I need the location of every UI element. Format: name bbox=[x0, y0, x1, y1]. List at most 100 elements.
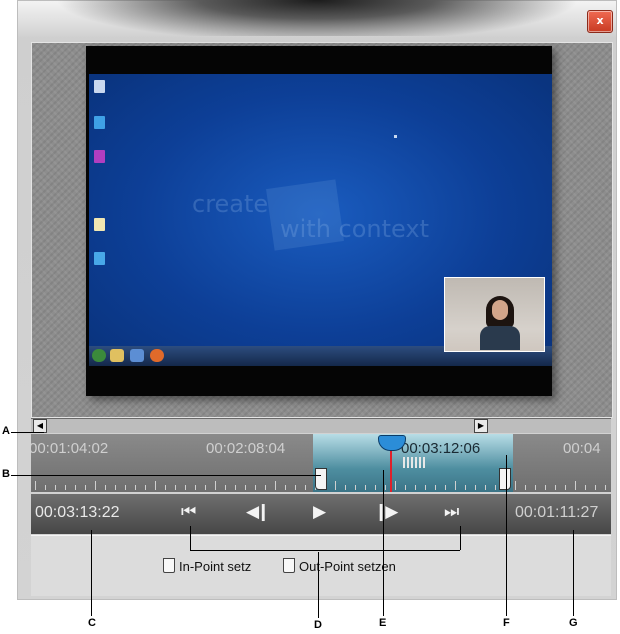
desktop-icon-doc bbox=[94, 252, 105, 265]
timeline-label: 00:04 bbox=[563, 440, 601, 457]
callout-line bbox=[91, 530, 92, 616]
footer-bar: In-Point setz Out-Point setzen bbox=[31, 535, 611, 596]
ruler-tick bbox=[375, 485, 376, 490]
mouse-cursor-icon bbox=[394, 135, 397, 138]
ruler-tick bbox=[55, 485, 56, 490]
callout-g: G bbox=[569, 617, 578, 629]
ruler-tick bbox=[605, 485, 606, 490]
ruler-tick bbox=[245, 485, 246, 490]
callout-a: A bbox=[2, 425, 10, 437]
ruler-tick bbox=[225, 485, 226, 490]
ruler-tick bbox=[515, 481, 516, 490]
ruler-tick bbox=[45, 485, 46, 490]
arrow-right-icon: ▶ bbox=[477, 421, 485, 430]
ruler-tick bbox=[75, 485, 76, 490]
ruler-tick bbox=[195, 485, 196, 490]
webcam-person-face bbox=[492, 300, 508, 320]
ruler-tick bbox=[95, 481, 96, 490]
go-to-out-point-button[interactable]: ⏭ bbox=[444, 502, 459, 522]
ruler-tick bbox=[355, 485, 356, 490]
set-in-point-button[interactable]: In-Point setz bbox=[163, 558, 251, 574]
ruler-tick bbox=[465, 485, 466, 490]
in-point-handle[interactable] bbox=[315, 468, 327, 490]
step-forward-button[interactable]: ❙▶ bbox=[374, 502, 398, 522]
callout-line bbox=[318, 552, 319, 618]
ruler-tick bbox=[595, 485, 596, 490]
ruler-tick bbox=[125, 485, 126, 490]
callout-line bbox=[573, 530, 574, 616]
step-back-button[interactable]: ◀❙ bbox=[246, 502, 270, 522]
callout-line bbox=[190, 550, 460, 551]
desktop-icon-user bbox=[94, 116, 105, 129]
timeline-label: 00:01:04:02 bbox=[31, 440, 109, 457]
ruler-tick bbox=[395, 481, 396, 490]
taskbar-firefox-icon bbox=[150, 349, 164, 362]
taskbar-browser-icon bbox=[130, 349, 144, 362]
callout-line bbox=[383, 470, 384, 616]
timeline-label: 00:03:12:06 bbox=[401, 440, 481, 457]
taskbar-folder-icon bbox=[110, 349, 124, 362]
set-out-point-button[interactable]: Out-Point setzen bbox=[283, 558, 396, 574]
callout-b: B bbox=[2, 468, 10, 480]
timeline-scrollbar[interactable] bbox=[31, 418, 611, 433]
go-to-in-point-button[interactable]: ⏮ bbox=[181, 502, 196, 522]
callout-c: C bbox=[88, 617, 96, 629]
ruler-tick bbox=[425, 485, 426, 490]
callout-e: E bbox=[379, 617, 387, 629]
ruler-tick bbox=[165, 485, 166, 490]
play-button[interactable]: ▶ bbox=[313, 502, 326, 522]
ruler-tick bbox=[455, 481, 456, 490]
set-in-point-label: In-Point setz bbox=[179, 559, 252, 574]
current-time: 00:03:13:22 bbox=[35, 504, 120, 521]
ruler-tick bbox=[145, 485, 146, 490]
scroll-right-button[interactable]: ▶ bbox=[474, 419, 488, 433]
ruler-tick bbox=[495, 485, 496, 490]
ruler-tick bbox=[585, 485, 586, 490]
ruler-tick bbox=[415, 485, 416, 490]
ruler-tick bbox=[435, 485, 436, 490]
out-point-handle[interactable] bbox=[499, 468, 511, 490]
ruler-tick bbox=[255, 485, 256, 490]
ruler-tick bbox=[185, 485, 186, 490]
ruler-tick bbox=[175, 485, 176, 490]
ruler-tick bbox=[135, 485, 136, 490]
ruler-tick bbox=[275, 481, 276, 490]
ruler-tick bbox=[565, 485, 566, 490]
desktop-icon-app bbox=[94, 150, 105, 163]
timeline[interactable]: 00:01:04:02 00:02:08:04 00:03:12:06 00:0… bbox=[31, 434, 611, 492]
ruler-tick bbox=[115, 485, 116, 490]
ruler-tick bbox=[345, 485, 346, 490]
arrow-left-icon: ◀ bbox=[36, 421, 44, 430]
ruler-tick bbox=[555, 485, 556, 490]
out-point-icon bbox=[283, 558, 295, 573]
ruler-tick bbox=[85, 485, 86, 490]
ruler-tick bbox=[545, 485, 546, 490]
scroll-left-button[interactable]: ◀ bbox=[33, 419, 47, 433]
ruler-tick bbox=[205, 485, 206, 490]
ruler-tick bbox=[35, 481, 36, 490]
ruler-tick bbox=[445, 485, 446, 490]
ruler-tick bbox=[535, 485, 536, 490]
ruler-tick bbox=[385, 485, 386, 490]
close-button[interactable]: x bbox=[587, 10, 613, 33]
timeline-label: 00:02:08:04 bbox=[206, 440, 286, 457]
callout-line bbox=[11, 432, 44, 433]
duration: 00:01:11:27 bbox=[515, 504, 599, 521]
callout-d: D bbox=[314, 619, 322, 631]
ruler-tick bbox=[525, 485, 526, 490]
ruler-tick bbox=[285, 485, 286, 490]
desktop-icon-recycle bbox=[94, 80, 105, 93]
ruler-tick bbox=[105, 485, 106, 490]
ruler-tick bbox=[295, 485, 296, 490]
callout-line bbox=[190, 526, 191, 550]
ruler-tick bbox=[365, 485, 366, 490]
ruler-tick bbox=[405, 485, 406, 490]
ruler-tick bbox=[575, 481, 576, 490]
ruler-tick bbox=[155, 481, 156, 490]
set-out-point-label: Out-Point setzen bbox=[299, 559, 396, 574]
desktop-icon-file bbox=[94, 218, 105, 231]
in-point-icon bbox=[163, 558, 175, 573]
callout-line bbox=[506, 455, 507, 616]
close-icon: x bbox=[596, 14, 604, 27]
ruler-tick bbox=[265, 485, 266, 490]
